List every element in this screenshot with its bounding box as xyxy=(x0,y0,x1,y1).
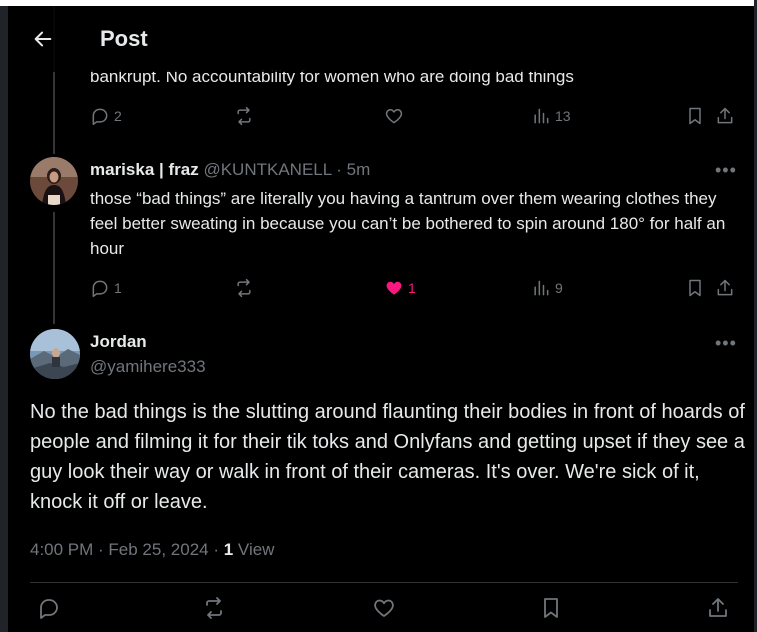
avatar-photo-icon xyxy=(30,157,78,205)
reply-icon xyxy=(92,108,108,126)
back-arrow-icon xyxy=(34,31,52,47)
like-count: 1 xyxy=(408,280,416,296)
repost-icon xyxy=(237,106,251,126)
share-icon xyxy=(717,107,733,124)
main-post-actions xyxy=(30,596,738,626)
view-label: View xyxy=(233,540,275,559)
reply-count: 1 xyxy=(114,280,122,296)
main-avatar[interactable] xyxy=(30,329,80,379)
post-column: bankrupt. No accountability for women wh… xyxy=(8,6,754,632)
like-icon xyxy=(385,109,403,124)
like-button[interactable] xyxy=(372,596,396,625)
views-count: 13 xyxy=(555,108,571,124)
repost-button[interactable] xyxy=(234,278,254,298)
avatar-photo-icon xyxy=(30,329,80,379)
share-button[interactable] xyxy=(706,596,730,625)
back-button[interactable] xyxy=(25,21,61,57)
views-button[interactable]: 13 xyxy=(531,106,571,126)
repost-button[interactable] xyxy=(202,596,226,625)
reply-button[interactable]: 2 xyxy=(90,106,122,126)
reply-button[interactable] xyxy=(37,596,61,625)
main-author-handle[interactable]: @yamihere333 xyxy=(90,357,206,377)
more-icon: ••• xyxy=(715,160,737,180)
like-button-active[interactable]: 1 xyxy=(384,278,416,298)
share-button[interactable] xyxy=(715,106,735,126)
more-icon: ••• xyxy=(715,333,737,353)
top-bar: Post xyxy=(8,6,754,72)
repost-icon xyxy=(206,597,222,619)
like-button[interactable] xyxy=(384,106,404,126)
bookmark-button[interactable] xyxy=(685,278,705,298)
page-title: Post xyxy=(100,26,148,51)
reply-time[interactable]: · 5m xyxy=(336,160,370,179)
share-icon xyxy=(709,598,727,617)
reply-avatar[interactable] xyxy=(30,157,78,205)
thread-line-bottom xyxy=(53,212,55,324)
share-icon xyxy=(717,279,733,296)
reply-author-handle[interactable]: @KUNTKANELL xyxy=(203,160,331,179)
view-count: 1 xyxy=(223,540,234,559)
reply-header: mariska | fraz @KUNTKANELL · 5m xyxy=(90,160,370,180)
reply-icon xyxy=(92,280,108,298)
reply-button[interactable]: 1 xyxy=(90,278,122,298)
reply-text: those “bad things” are literally you hav… xyxy=(90,189,726,258)
bookmark-button[interactable] xyxy=(539,596,563,625)
parent-post-actions: 2 13 xyxy=(90,106,740,130)
reply-author-name[interactable]: mariska | fraz xyxy=(90,160,199,179)
like-icon xyxy=(374,599,394,617)
reply-icon xyxy=(40,599,58,619)
bookmark-icon xyxy=(689,279,701,297)
reply-more-button[interactable]: ••• xyxy=(715,160,737,181)
repost-icon xyxy=(237,278,251,298)
main-author-name[interactable]: Jordan xyxy=(90,332,147,352)
views-button[interactable]: 9 xyxy=(531,278,563,298)
like-filled-icon xyxy=(386,281,402,295)
timestamp-text[interactable]: 4:00 PM · Feb 25, 2024 · xyxy=(30,540,224,559)
divider xyxy=(30,582,738,583)
reply-actions: 1 1 9 xyxy=(90,278,740,302)
share-button[interactable] xyxy=(715,278,735,298)
views-count: 9 xyxy=(555,280,563,296)
main-post-timestamp: 4:00 PM · Feb 25, 2024 · 1 View xyxy=(30,540,274,560)
main-more-button[interactable]: ••• xyxy=(715,333,737,354)
bookmark-button[interactable] xyxy=(685,106,705,126)
views-icon xyxy=(534,280,549,296)
main-post-text: No the bad things is the slutting around… xyxy=(30,401,745,513)
repost-button[interactable] xyxy=(234,106,254,126)
bookmark-icon xyxy=(544,598,558,618)
bookmark-icon xyxy=(689,107,701,125)
window-left-edge xyxy=(0,0,8,632)
reply-count: 2 xyxy=(114,108,122,124)
views-icon xyxy=(534,108,549,124)
